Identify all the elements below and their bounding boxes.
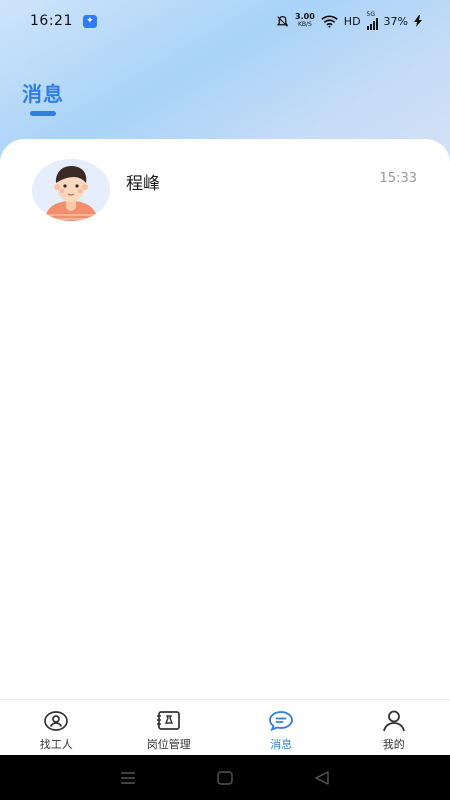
message-list: 程峰 15:33 — [0, 139, 450, 699]
menu-icon[interactable] — [116, 766, 140, 790]
network-speed-value: 3.00 — [295, 12, 315, 21]
hd-indicator: HD — [343, 14, 361, 28]
tab-find-worker[interactable]: 找工人 — [0, 700, 113, 755]
home-icon[interactable] — [213, 766, 237, 790]
app-notification-icon: ✦ — [82, 14, 97, 28]
avatar — [32, 159, 110, 221]
status-time: 16:21 — [30, 13, 73, 29]
network-speed: 3.00 KB/S — [295, 13, 315, 29]
conversation-name: 程峰 — [126, 174, 160, 194]
find-worker-icon — [43, 709, 69, 733]
battery-percent: 37% — [383, 14, 408, 28]
tab-label: 岗位管理 — [146, 738, 191, 751]
tab-messages[interactable]: 消息 — [225, 700, 338, 755]
conversation-item[interactable]: 程峰 15:33 — [0, 159, 450, 223]
message-icon — [268, 709, 294, 733]
bottom-tab-bar: 找工人 岗位管理 消息 我的 — [0, 699, 450, 755]
system-navigation-bar — [0, 755, 450, 800]
back-icon[interactable] — [310, 766, 334, 790]
charging-bolt-icon — [414, 15, 422, 27]
mute-bell-icon — [276, 15, 289, 28]
wifi-icon — [321, 15, 338, 28]
page-title: 消息 — [22, 82, 64, 106]
tab-job-management[interactable]: 岗位管理 — [113, 700, 226, 755]
title-underline — [30, 111, 56, 116]
tab-label: 找工人 — [39, 738, 73, 751]
tab-label: 消息 — [270, 738, 293, 751]
status-bar: 16:21 ✦ 3.00 KB/S HD 5G 37% — [0, 0, 450, 42]
job-management-icon — [156, 709, 182, 733]
network-speed-unit: KB/S — [297, 21, 312, 28]
tab-profile[interactable]: 我的 — [338, 700, 450, 755]
tab-label: 我的 — [382, 738, 405, 751]
profile-icon — [381, 709, 407, 733]
conversation-time: 15:33 — [379, 171, 417, 186]
signal-icon — [366, 18, 378, 30]
